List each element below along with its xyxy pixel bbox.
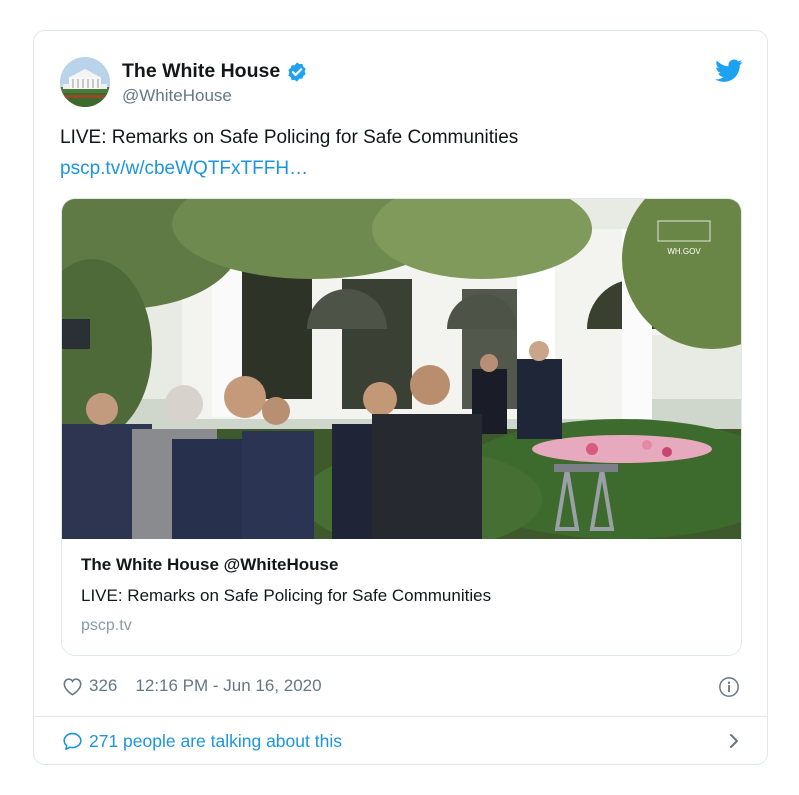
tweet-link[interactable]: pscp.tv/w/cbeWQTFxTFFH… [60,158,308,180]
embedded-tweet: The White House @WhiteHouse LIVE: Remark… [33,30,768,765]
info-icon[interactable] [718,676,740,698]
tweet-text: LIVE: Remarks on Safe Policing for Safe … [60,127,519,148]
verified-badge-icon [288,61,306,82]
link-preview-card[interactable]: WH.GOV The White House @WhiteHouse LIVE:… [61,198,742,656]
heart-icon[interactable] [62,677,83,696]
card-preview-image: WH.GOV [62,199,741,539]
card-title: The White House @WhiteHouse [81,555,339,574]
author-handle[interactable]: @WhiteHouse [122,86,232,106]
card-description: LIVE: Remarks on Safe Policing for Safe … [81,586,492,605]
avatar[interactable] [60,57,110,107]
conversation-link[interactable]: 271 people are talking about this [62,729,742,753]
author-display-name[interactable]: The White House [122,60,280,83]
divider [34,716,767,717]
tweet-meta-row: 326 12:16 PM - Jun 16, 2020 [62,676,322,696]
speech-bubble-icon [63,732,82,751]
tweet-timestamp[interactable]: 12:16 PM - Jun 16, 2020 [135,676,321,696]
author-name-row[interactable]: The White House [122,60,308,83]
white-house-avatar-image [60,57,110,107]
chevron-right-icon[interactable] [728,732,740,750]
wh-gov-watermark: WH.GOV [667,247,701,256]
twitter-bird-icon[interactable] [715,59,743,83]
like-count[interactable]: 326 [89,676,117,696]
card-domain: pscp.tv [81,617,132,634]
talking-about-text[interactable]: 271 people are talking about this [89,731,342,752]
